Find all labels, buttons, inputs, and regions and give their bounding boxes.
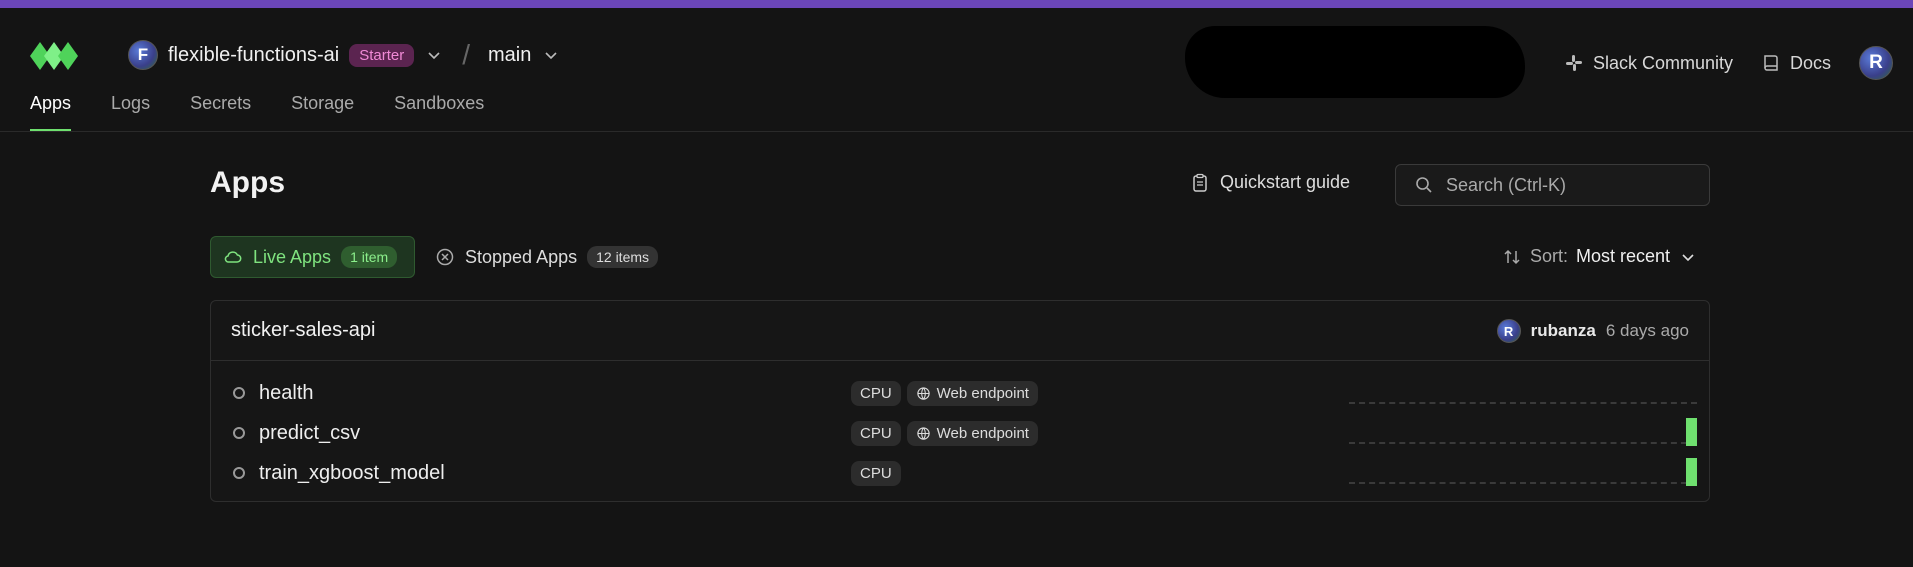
function-list: health CPU Web endpoint predict_csv CPU — [211, 361, 1709, 493]
live-apps-label: Live Apps — [253, 246, 332, 267]
owner-avatar: R — [1496, 319, 1521, 343]
search-input[interactable] — [1446, 174, 1686, 196]
app-card[interactable]: sticker-sales-api R rubanza 6 days ago h… — [210, 300, 1710, 502]
web-endpoint-label: Web endpoint — [936, 384, 1029, 402]
function-row[interactable]: train_xgboost_model CPU — [211, 453, 1709, 493]
activity-sparkline — [1349, 458, 1697, 488]
sparkline-baseline — [1349, 402, 1697, 404]
circle-x-icon — [436, 248, 454, 266]
tab-secrets[interactable]: Secrets — [190, 87, 251, 131]
clipboard-icon — [1193, 173, 1207, 192]
user-avatar[interactable]: R — [1859, 46, 1893, 80]
slack-icon — [1565, 55, 1582, 71]
function-name[interactable]: train_xgboost_model — [259, 462, 445, 485]
cpu-tag: CPU — [851, 460, 901, 486]
cpu-tag: CPU — [851, 380, 901, 406]
filter-row: Live Apps 1 item Stopped Apps 12 items S… — [210, 236, 1710, 280]
sort-arrows-icon — [1504, 249, 1520, 264]
workspace-avatar: F — [128, 40, 158, 70]
web-endpoint-tag: Web endpoint — [906, 380, 1038, 406]
status-dot-icon — [233, 427, 245, 439]
plan-badge: Starter — [349, 43, 415, 67]
chevron-down-icon[interactable] — [424, 45, 444, 65]
function-tags: CPU — [851, 460, 901, 486]
stopped-apps-label: Stopped Apps — [465, 246, 578, 267]
tab-storage[interactable]: Storage — [291, 87, 354, 131]
quickstart-label: Quickstart guide — [1220, 172, 1351, 192]
activity-sparkline — [1349, 378, 1697, 408]
tab-sandboxes[interactable]: Sandboxes — [394, 87, 484, 131]
cloud-icon — [224, 251, 242, 263]
function-tags: CPU Web endpoint — [851, 380, 1038, 406]
top-links: Slack Community Docs R — [1564, 46, 1893, 80]
top-header: F flexible-functions-ai Starter / main S… — [0, 8, 1913, 132]
search-box[interactable] — [1395, 164, 1710, 206]
docs-label: Docs — [1789, 52, 1831, 73]
live-apps-filter[interactable]: Live Apps 1 item — [210, 236, 415, 278]
sort-dropdown[interactable]: Sort: Most recent — [1502, 246, 1710, 267]
workspace-switcher[interactable]: F flexible-functions-ai Starter / main — [128, 39, 561, 71]
page-header: Apps Quickstart guide — [210, 162, 1710, 206]
app-card-header: sticker-sales-api R rubanza 6 days ago — [211, 301, 1709, 361]
tab-apps[interactable]: Apps — [30, 87, 72, 131]
owner-name: rubanza — [1530, 321, 1596, 340]
brand-row: F flexible-functions-ai Starter / main S… — [0, 16, 1913, 98]
function-tags: CPU Web endpoint — [851, 420, 1038, 446]
breadcrumb-separator: / — [462, 39, 470, 70]
function-name[interactable]: health — [259, 382, 314, 405]
globe-icon — [916, 426, 930, 440]
search-icon — [1416, 177, 1432, 193]
workspace-name[interactable]: flexible-functions-ai — [168, 44, 339, 67]
activity-sparkline — [1349, 418, 1697, 448]
main-tabs: Apps Logs Secrets Storage Sandboxes — [30, 87, 484, 131]
stopped-apps-filter[interactable]: Stopped Apps 12 items — [435, 236, 659, 278]
modal-logo-icon[interactable] — [30, 42, 78, 70]
accent-stripe — [0, 0, 1913, 8]
function-row[interactable]: health CPU Web endpoint — [211, 373, 1709, 413]
stopped-apps-count: 12 items — [587, 246, 659, 268]
activity-bar — [1686, 418, 1697, 446]
page-title: Apps — [210, 166, 285, 199]
quickstart-guide-button[interactable]: Quickstart guide — [1190, 172, 1350, 193]
redacted-area — [1185, 26, 1525, 98]
docs-link[interactable]: Docs — [1761, 53, 1831, 74]
sort-value: Most recent — [1575, 246, 1670, 266]
status-dot-icon — [233, 387, 245, 399]
live-apps-count: 1 item — [341, 246, 398, 268]
cpu-tag: CPU — [851, 420, 901, 446]
slack-community-link[interactable]: Slack Community — [1564, 53, 1733, 74]
slack-community-label: Slack Community — [1592, 52, 1733, 73]
environment-name[interactable]: main — [488, 44, 531, 67]
chevron-down-icon — [1682, 253, 1694, 261]
sparkline-baseline — [1349, 482, 1697, 484]
app-name[interactable]: sticker-sales-api — [231, 319, 375, 342]
sparkline-baseline — [1349, 442, 1697, 444]
function-name[interactable]: predict_csv — [259, 422, 360, 445]
app-owner: R rubanza 6 days ago — [1496, 319, 1689, 343]
web-endpoint-label: Web endpoint — [936, 424, 1029, 442]
activity-bar — [1686, 458, 1697, 486]
web-endpoint-tag: Web endpoint — [906, 420, 1038, 446]
book-icon — [1764, 55, 1778, 71]
sort-label: Sort: — [1529, 246, 1568, 266]
updated-time: 6 days ago — [1605, 321, 1689, 340]
globe-icon — [916, 386, 930, 400]
status-dot-icon — [233, 467, 245, 479]
function-row[interactable]: predict_csv CPU Web endpoint — [211, 413, 1709, 453]
tab-logs[interactable]: Logs — [111, 87, 150, 131]
chevron-down-icon[interactable] — [541, 45, 561, 65]
main-content: Apps Quickstart guide Live Apps 1 item — [210, 162, 1710, 502]
